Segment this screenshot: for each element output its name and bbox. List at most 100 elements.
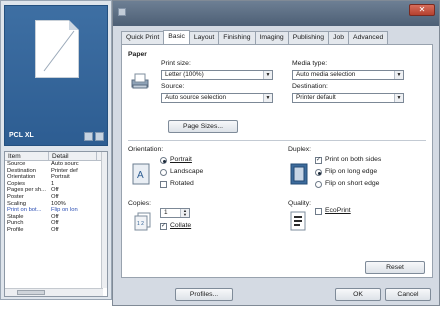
printer-icon: [118, 8, 126, 16]
copies-input[interactable]: 1 ▲ ▼: [160, 208, 190, 218]
tab-imaging[interactable]: Imaging: [254, 31, 289, 44]
flip-long-edge-label[interactable]: Flip on long edge: [325, 168, 377, 175]
summary-item: Pages per sh...: [7, 187, 46, 194]
ecoprint-label[interactable]: EcoPrint: [325, 207, 351, 214]
summary-item: Profile: [7, 226, 24, 233]
chevron-down-icon: ▼: [263, 94, 272, 102]
source-select[interactable]: Auto source selection ▼: [161, 93, 273, 103]
page-sizes-button[interactable]: Page Sizes...: [168, 120, 238, 133]
summary-row[interactable]: Print on bot... Flip on lon: [5, 207, 107, 214]
summary-item: Punch: [7, 220, 24, 227]
summary-row[interactable]: Copies 1: [5, 181, 107, 188]
tab-job[interactable]: Job: [328, 31, 350, 44]
summary-item: Copies: [7, 180, 26, 187]
summary-scroll-thumb[interactable]: [17, 290, 45, 295]
landscape-radio[interactable]: [160, 169, 167, 176]
summary-row[interactable]: Scaling 100%: [5, 201, 107, 208]
summary-detail: Off: [51, 187, 59, 194]
summary-detail: Portrait: [51, 174, 70, 181]
summary-horizontal-scrollbar[interactable]: [5, 288, 103, 296]
copies-value: 1: [164, 209, 168, 216]
duplex-label: Duplex:: [288, 146, 312, 153]
rotated-label[interactable]: Rotated: [170, 180, 194, 187]
chevron-down-icon: ▼: [263, 71, 272, 79]
chevron-down-icon: ▼: [394, 71, 403, 79]
tab-basic[interactable]: Basic: [163, 30, 190, 44]
print-both-sides-checkbox[interactable]: ✓: [315, 157, 322, 164]
source-value: Auto source selection: [165, 94, 227, 101]
summary-item: Orientation: [7, 174, 36, 181]
summary-row[interactable]: Source Auto sourc: [5, 161, 107, 168]
printer-settings-icon[interactable]: [84, 132, 93, 141]
rotated-checkbox[interactable]: [160, 181, 167, 188]
summary-rows: Source Auto sourc Destination Printer def Or…: [5, 161, 107, 234]
summary-detail: Printer def: [51, 167, 78, 174]
summary-row[interactable]: Poster Off: [5, 194, 107, 201]
orientation-label: Orientation:: [128, 146, 164, 153]
print-size-label: Print size:: [161, 60, 191, 67]
summary-vertical-scrollbar[interactable]: [101, 152, 107, 288]
flip-long-edge-radio[interactable]: [315, 169, 322, 176]
portrait-label[interactable]: Portrait: [170, 156, 192, 163]
tab-publishing[interactable]: Publishing: [287, 31, 330, 44]
summary-item: Destination: [7, 167, 37, 174]
collate-label[interactable]: Collate: [170, 222, 191, 229]
reset-button[interactable]: Reset: [365, 261, 425, 274]
tab-layout[interactable]: Layout: [188, 31, 220, 44]
summary-item: Print on bot...: [7, 207, 42, 214]
summary-detail: 100%: [51, 200, 66, 207]
settings-summary-list[interactable]: Item Detail Source Auto sourc Destination P…: [4, 151, 108, 297]
summary-header-item[interactable]: Item: [5, 152, 49, 160]
paper-tray-icon: [131, 73, 149, 89]
dialog-titlebar: ✕: [113, 1, 439, 26]
summary-row[interactable]: Orientation Portrait: [5, 174, 107, 181]
summary-detail: Off: [51, 213, 59, 220]
summary-item: Staple: [7, 213, 24, 220]
summary-row[interactable]: Punch Off: [5, 220, 107, 227]
copies-label: Copies:: [128, 200, 152, 207]
destination-select[interactable]: Printer default ▼: [292, 93, 404, 103]
section-divider: [128, 140, 426, 141]
svg-text:A: A: [137, 170, 144, 181]
copies-stepper-icon[interactable]: ▲ ▼: [180, 209, 189, 217]
svg-text:1 2: 1 2: [137, 221, 144, 227]
basic-tab-panel: Paper Print size: Letter (100%) ▼ Source…: [121, 44, 433, 278]
summary-row[interactable]: Destination Printer def: [5, 168, 107, 175]
summary-item: Scaling: [7, 200, 27, 207]
ecoprint-checkbox[interactable]: [315, 208, 322, 215]
summary-detail: Off: [51, 226, 59, 233]
paper-section-label: Paper: [128, 51, 147, 58]
landscape-label[interactable]: Landscape: [170, 168, 203, 175]
duplex-icon: [290, 163, 308, 185]
collate-checkbox[interactable]: ✓: [160, 223, 167, 230]
print-properties-dialog: ✕ Quick Print Basic Layout Finishing Ima…: [112, 0, 440, 306]
media-type-label: Media type:: [292, 60, 328, 67]
summary-item: Poster: [7, 193, 24, 200]
tab-finishing[interactable]: Finishing: [218, 31, 256, 44]
close-button[interactable]: ✕: [409, 4, 435, 16]
tab-quick-print[interactable]: Quick Print: [121, 31, 165, 44]
summary-row[interactable]: Pages per sh... Off: [5, 187, 107, 194]
page-preview-icon: [35, 20, 79, 78]
summary-detail: Off: [51, 193, 59, 200]
portrait-radio[interactable]: [160, 157, 167, 164]
ok-button[interactable]: OK: [335, 288, 381, 301]
flip-short-edge-label[interactable]: Flip on short edge: [325, 180, 379, 187]
summary-row[interactable]: Staple Off: [5, 214, 107, 221]
print-preview-icon[interactable]: [95, 132, 104, 141]
tab-strip: Quick Print Basic Layout Finishing Imagi…: [121, 30, 389, 44]
print-size-select[interactable]: Letter (100%) ▼: [161, 70, 273, 80]
cancel-button[interactable]: Cancel: [385, 288, 431, 301]
page-diagonal-line: [43, 30, 75, 72]
print-both-sides-label[interactable]: Print on both sides: [325, 156, 381, 163]
profiles-button[interactable]: Profiles...: [175, 288, 233, 301]
media-type-select[interactable]: Auto media selection ▼: [292, 70, 404, 80]
destination-label: Destination:: [292, 83, 328, 90]
tab-advanced[interactable]: Advanced: [348, 31, 389, 44]
flip-short-edge-radio[interactable]: [315, 181, 322, 188]
summary-header-detail[interactable]: Detail: [49, 152, 97, 160]
summary-row[interactable]: Profile Off: [5, 227, 107, 234]
destination-value: Printer default: [296, 94, 336, 101]
source-label: Source:: [161, 83, 185, 90]
summary-detail: 1: [51, 180, 55, 187]
